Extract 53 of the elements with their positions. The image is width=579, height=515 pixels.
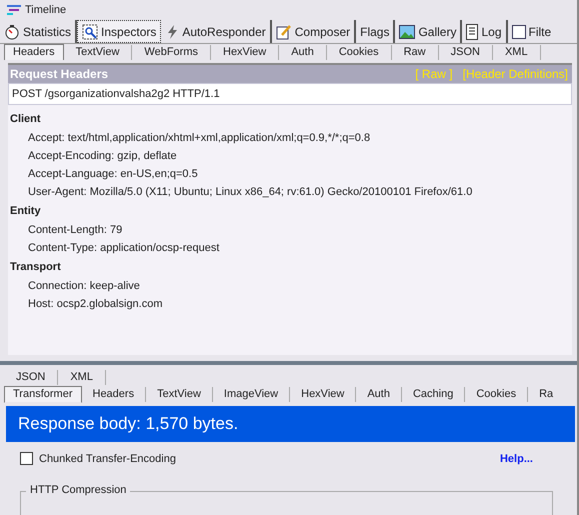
inspector-tab[interactable]: Gallery (395, 20, 462, 43)
response-view-tab[interactable]: Ra (528, 387, 554, 402)
checkbox-icon (512, 24, 526, 38)
inspector-tab[interactable]: Flags (356, 20, 396, 43)
image-icon (399, 24, 416, 38)
request-view-tab[interactable]: HexView (211, 44, 280, 60)
response-size-banner: Response body: 1,570 bytes. (6, 406, 575, 442)
response-view-tab[interactable]: ImageView (212, 387, 290, 402)
response-view-tab[interactable]: Cookies (465, 387, 528, 402)
request-view-tab[interactable]: WebForms (132, 44, 211, 60)
header-group[interactable]: Entity (8, 201, 572, 221)
timeline-icon (6, 4, 22, 16)
request-view-tab[interactable]: Raw (392, 44, 439, 60)
response-view-tab[interactable]: Transformer (4, 386, 82, 403)
header-group[interactable]: Transport (8, 257, 572, 277)
lightning-icon (165, 24, 180, 40)
header-entry[interactable]: Content-Length: 79 (8, 221, 572, 239)
request-view-tab[interactable]: Headers (4, 44, 64, 60)
group-label: HTTP Compression (26, 484, 130, 496)
inspector-tab[interactable]: AutoResponder (161, 20, 272, 43)
header-entry[interactable]: Host: ocsp2.globalsign.com (8, 295, 572, 313)
request-view-tab[interactable]: JSON (438, 44, 493, 60)
header-entry[interactable]: Accept: text/html,application/xhtml+xml,application/xml;q=0.9,*/*;q=0.8 (8, 129, 572, 147)
response-view-tab[interactable]: Caching (402, 387, 466, 402)
inspector-tab[interactable]: Filte (508, 20, 556, 43)
timeline-tab[interactable]: Timeline (25, 4, 66, 16)
inspector-tab[interactable]: Log (462, 20, 508, 43)
checkbox[interactable] (20, 452, 33, 465)
header-entry[interactable]: Content-Type: application/ocsp-request (8, 239, 572, 257)
header-entry[interactable]: Connection: keep-alive (8, 277, 572, 295)
response-view-tab[interactable]: XML (58, 370, 106, 384)
pencil-note-icon (276, 24, 292, 40)
response-view-tab[interactable]: Auth (356, 387, 402, 402)
request-view-tab[interactable]: XML (492, 44, 541, 60)
magnifier-icon (82, 24, 98, 40)
header-entry[interactable]: Accept-Language: en-US,en;q=0.5 (8, 165, 572, 183)
checkbox-label[interactable]: Chunked Transfer-Encoding (39, 452, 494, 464)
help-link[interactable]: Help... (500, 452, 533, 464)
header-entry[interactable]: User-Agent: Mozilla/5.0 (X11; Ubuntu; Linux x86_64; rv:61.0) Gecko/20100101 Firefox/61.0 (8, 183, 572, 201)
stopwatch-icon (4, 24, 20, 40)
response-view-tab[interactable]: HexView (290, 387, 356, 402)
request-view-tab[interactable]: TextView (64, 44, 132, 60)
header-group[interactable]: Client (8, 109, 572, 129)
header-entry[interactable]: Accept-Encoding: gzip, deflate (8, 147, 572, 165)
request-view-tab[interactable]: Cookies (326, 44, 392, 60)
inspector-tab[interactable]: Composer (272, 20, 356, 43)
inspector-tab[interactable]: Inspectors (77, 20, 162, 43)
panel-title: Request Headers (10, 67, 108, 81)
response-view-tab[interactable]: Headers (82, 387, 146, 402)
response-view-tab[interactable]: JSON (4, 370, 58, 384)
request-view-tab[interactable]: Auth (279, 44, 327, 60)
document-icon (466, 24, 478, 40)
response-view-tab[interactable]: TextView (146, 387, 213, 402)
